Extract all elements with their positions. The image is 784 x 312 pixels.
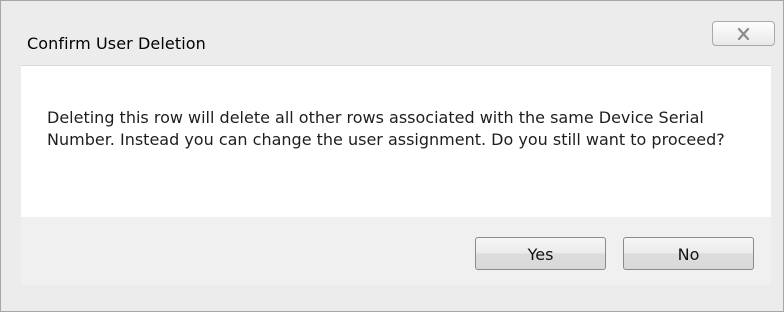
dialog-content: Deleting this row will delete all other … xyxy=(21,65,771,217)
dialog-titlebar: Confirm User Deletion xyxy=(13,18,775,66)
yes-button[interactable]: Yes xyxy=(475,237,606,270)
close-icon xyxy=(737,28,750,40)
dialog-message: Deleting this row will delete all other … xyxy=(47,108,725,149)
confirm-dialog: Confirm User Deletion Deleting this row … xyxy=(0,0,784,312)
no-button[interactable]: No xyxy=(623,237,754,270)
close-button[interactable] xyxy=(712,21,775,46)
dialog-button-bar: Yes No xyxy=(21,217,771,285)
dialog-title: Confirm User Deletion xyxy=(27,34,206,53)
